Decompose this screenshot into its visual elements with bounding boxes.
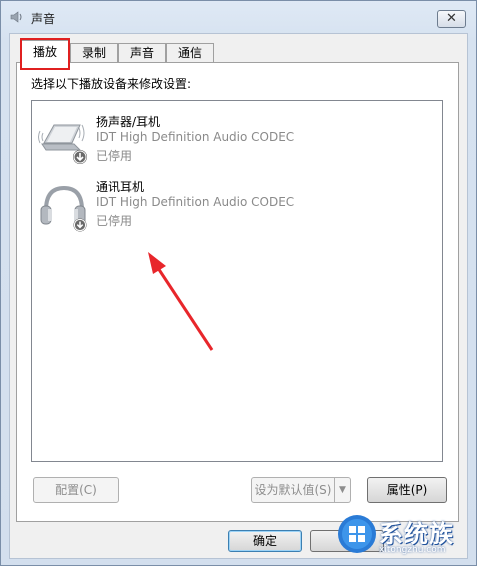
- annotation-highlight-box: [20, 38, 70, 70]
- device-name: 扬声器/耳机: [96, 115, 161, 129]
- set-default-dropdown-arrow[interactable]: ▼: [335, 477, 351, 503]
- watermark-url: xitongzhu.com: [379, 545, 446, 555]
- tab-communications[interactable]: 通信: [166, 43, 214, 63]
- close-icon: ✕: [446, 11, 457, 26]
- close-button[interactable]: ✕: [437, 10, 466, 28]
- playback-panel: 选择以下播放设备来修改设置: 扬声器/耳机 IDT High Definitio…: [16, 62, 459, 522]
- device-list[interactable]: 扬声器/耳机 IDT High Definition Audio CODEC 已…: [31, 100, 443, 462]
- watermark-text: 系统族: [379, 520, 454, 548]
- properties-button[interactable]: 属性(P): [367, 477, 447, 503]
- window-title: 声音: [31, 12, 56, 26]
- instruction-text: 选择以下播放设备来修改设置:: [31, 77, 192, 91]
- windows-logo-icon: [338, 515, 376, 553]
- set-default-button[interactable]: 设为默认值(S): [251, 477, 335, 503]
- device-driver: IDT High Definition Audio CODEC: [96, 195, 295, 209]
- tab-sounds[interactable]: 声音: [118, 43, 166, 63]
- ok-button[interactable]: 确定: [228, 530, 302, 552]
- device-name: 通讯耳机: [96, 180, 145, 194]
- sound-dialog-window: 声音 ✕ 播放 录制 声音 通信 选择以下播放设备来修改设置: 扬声器/耳机 I…: [0, 0, 477, 566]
- device-item-headset[interactable]: 通讯耳机 IDT High Definition Audio CODEC 已停用: [38, 176, 418, 236]
- speaker-app-icon: [10, 11, 22, 23]
- device-item-speakers[interactable]: 扬声器/耳机 IDT High Definition Audio CODEC 已…: [38, 111, 418, 171]
- device-status: 已停用: [96, 149, 133, 163]
- dialog-client-area: 播放 录制 声音 通信 选择以下播放设备来修改设置: 扬声器/耳机 IDT Hi…: [9, 33, 468, 559]
- speaker-laptop-icon: [38, 124, 87, 164]
- device-driver: IDT High Definition Audio CODEC: [96, 130, 295, 144]
- title-bar[interactable]: 声音 ✕: [1, 1, 476, 31]
- headphones-icon: [40, 185, 87, 232]
- tab-recording[interactable]: 录制: [70, 43, 118, 63]
- configure-button[interactable]: 配置(C): [33, 477, 119, 503]
- device-status: 已停用: [96, 214, 133, 228]
- site-watermark: 系统族 xitongzhu.com: [335, 510, 475, 564]
